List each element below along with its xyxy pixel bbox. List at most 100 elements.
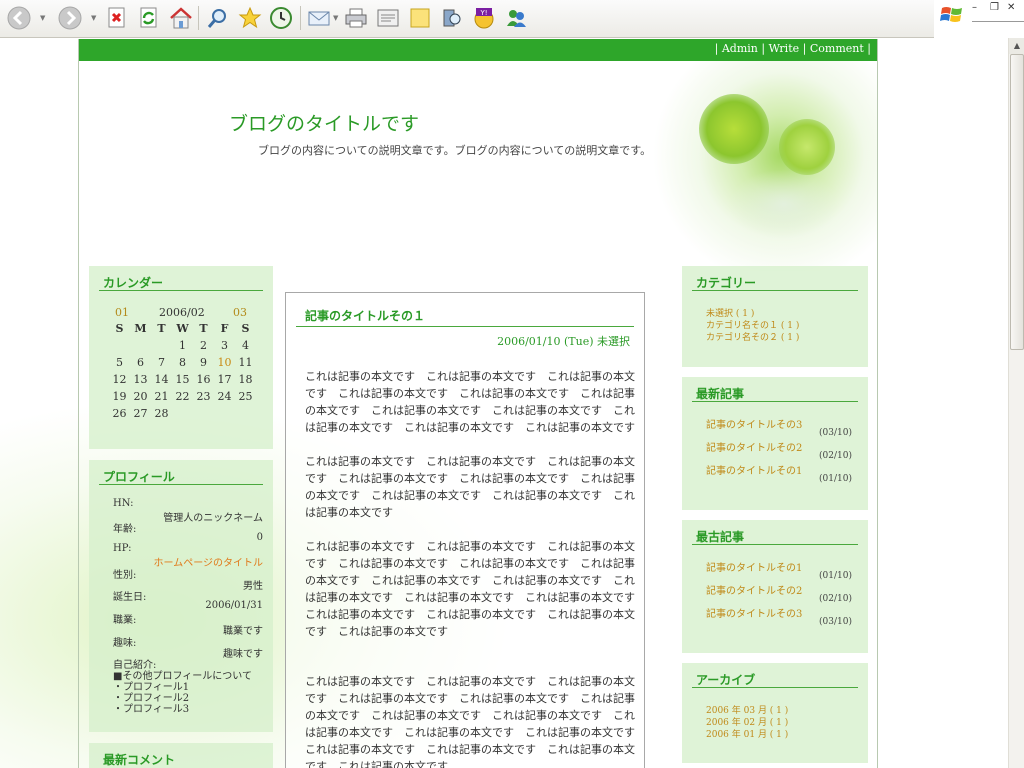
calendar-day: 15 [175, 373, 190, 386]
calendar-day [172, 407, 193, 424]
text-line: これは記事の本文です これは記事の本文です これは記事の本文 [305, 743, 635, 756]
entry-link[interactable]: 記事のタイトルその2 [706, 439, 802, 454]
text-line: です これは記事の本文です [305, 760, 448, 768]
forward-dropdown-icon[interactable]: ▼ [91, 14, 96, 22]
search-icon[interactable] [204, 5, 230, 31]
entry-link[interactable]: 記事のタイトルその1 [706, 462, 802, 477]
article-paragraph: これは記事の本文です これは記事の本文です これは記事の本文 です これは記事の… [305, 453, 651, 521]
divider [692, 401, 858, 402]
calendar-day: 23 [196, 390, 211, 403]
calendar-day-link[interactable]: 10 [214, 356, 235, 373]
weekday-label: T [199, 322, 208, 335]
article-paragraph: これは記事の本文です これは記事の本文です これは記事の本文 です これは記事の… [305, 538, 651, 640]
calendar-day [151, 339, 172, 356]
profile-row: HP: [113, 543, 263, 554]
calendar-day: 4 [242, 339, 249, 352]
calendar-day: 19 [112, 390, 127, 403]
entry-date: (02/10) [819, 594, 852, 604]
divider [692, 687, 858, 688]
stop-icon[interactable] [104, 5, 130, 31]
calendar-day: 11 [238, 356, 253, 369]
admin-bar: | Admin | Write | Comment | [79, 39, 877, 61]
text-line: です これは記事の本文です これは記事の本文です これは記事 [305, 557, 635, 570]
print-icon[interactable] [343, 5, 369, 31]
research-icon[interactable] [439, 5, 465, 31]
archive-link[interactable]: 2006 年 01 月 ( 1 ) [706, 727, 788, 740]
calendar-day: 13 [133, 373, 148, 386]
oldest-entries-title: 最古記事 [696, 530, 745, 544]
forward-icon[interactable] [57, 5, 83, 31]
text-line: です これは記事の本文です これは記事の本文です これは記事 [305, 472, 635, 485]
text-line: の本文です これは記事の本文です これは記事の本文です これ [305, 489, 635, 502]
entry-link[interactable]: 記事のタイトルその3 [706, 605, 802, 620]
bar-separator: | [714, 42, 719, 55]
close-button[interactable]: ✕ [1007, 2, 1015, 13]
calendar-day: 2 [200, 339, 207, 352]
calendar-day: 3 [221, 339, 228, 352]
minimize-button[interactable]: – [972, 2, 977, 13]
text-line: これは記事の本文です これは記事の本文です これは記事の本文 [305, 455, 635, 468]
calendar-day: 16 [196, 373, 211, 386]
category-link[interactable]: カテゴリ名その２ ( 1 ) [706, 330, 799, 343]
text-line: は記事の本文です これは記事の本文です これは記事の本文です [305, 591, 635, 604]
archive-title: アーカイブ [696, 673, 756, 687]
divider [692, 544, 858, 545]
article: 記事のタイトルその１ 2006/01/10 (Tue) 未選択 これは記事の本文… [285, 292, 645, 768]
calendar-day [130, 339, 151, 356]
mail-icon[interactable] [306, 5, 332, 31]
text-line: です これは記事の本文です これは記事の本文です これは記事 [305, 387, 635, 400]
admin-link[interactable]: Admin [722, 42, 758, 55]
toolbar-separator [300, 6, 301, 30]
header-flower-image [699, 94, 769, 164]
calendar-title: カレンダー [103, 276, 164, 290]
entry-link[interactable]: 記事のタイトルその3 [706, 416, 802, 431]
history-icon[interactable] [268, 5, 294, 31]
comment-link[interactable]: Comment [810, 42, 864, 55]
scroll-up-button[interactable]: ▲ [1009, 38, 1024, 54]
scroll-thumb[interactable] [1010, 54, 1024, 350]
calendar-day: 26 [112, 407, 127, 420]
mail-dropdown-icon[interactable]: ▼ [333, 14, 338, 22]
text-line: これは記事の本文です これは記事の本文です これは記事の本文 [305, 675, 635, 688]
calendar-week: 12 13 14 15 16 17 18 [109, 373, 259, 390]
calendar-day: 17 [217, 373, 232, 386]
calendar-prev-link[interactable]: 01 [115, 306, 129, 319]
back-dropdown-icon[interactable]: ▼ [40, 14, 45, 22]
entry-date: (03/10) [819, 428, 852, 438]
home-icon[interactable] [168, 5, 194, 31]
entry-link[interactable]: 記事のタイトルその1 [706, 559, 802, 574]
article-category-link[interactable]: 未選択 [597, 335, 630, 348]
calendar-weekdays: S M T W T F S [109, 322, 259, 339]
calendar-day: 5 [116, 356, 123, 369]
divider [99, 290, 263, 291]
profile-value: 0 [256, 532, 263, 543]
calendar-grid: 01 2006/02 03 S M T W T F S 1 2 3 4 5 6 … [109, 306, 259, 424]
edit-icon[interactable] [375, 5, 401, 31]
weekday-label: S [115, 322, 124, 335]
calendar-day [214, 407, 235, 424]
header-vase-image [729, 169, 839, 239]
calendar-next-link[interactable]: 03 [233, 306, 247, 319]
entry-link[interactable]: 記事のタイトルその2 [706, 582, 802, 597]
write-link[interactable]: Write [769, 42, 800, 55]
toolbar-separator [198, 6, 199, 30]
restore-button[interactable]: ❐ [990, 2, 999, 13]
blog-title[interactable]: ブログのタイトルです [229, 109, 419, 136]
messenger-yahoo-icon[interactable]: Y! [471, 5, 497, 31]
article-title[interactable]: 記事のタイトルその１ [305, 307, 425, 324]
browser-toolbar: ▼ ▼ ▼ Y! [0, 0, 934, 38]
discuss-icon[interactable] [407, 5, 433, 31]
text-line: これは記事の本文です これは記事の本文です これは記事の本文 [305, 608, 635, 621]
vertical-scrollbar[interactable]: ▲ [1008, 38, 1024, 768]
messenger-icon[interactable] [503, 5, 529, 31]
calendar-day: 22 [175, 390, 190, 403]
recent-comments-panel: 最新コメント [89, 743, 273, 768]
article-paragraph: これは記事の本文です これは記事の本文です これは記事の本文 です これは記事の… [305, 673, 651, 768]
calendar-nav: 01 2006/02 03 [109, 306, 259, 322]
web-page: | Admin | Write | Comment | ブログのタイトルです ブ… [0, 39, 1008, 768]
back-icon[interactable] [6, 5, 32, 31]
calendar-day: 1 [179, 339, 186, 352]
favorites-icon[interactable] [237, 5, 263, 31]
refresh-icon[interactable] [136, 5, 162, 31]
text-line: これは記事の本文です これは記事の本文です これは記事の本文 [305, 540, 635, 553]
